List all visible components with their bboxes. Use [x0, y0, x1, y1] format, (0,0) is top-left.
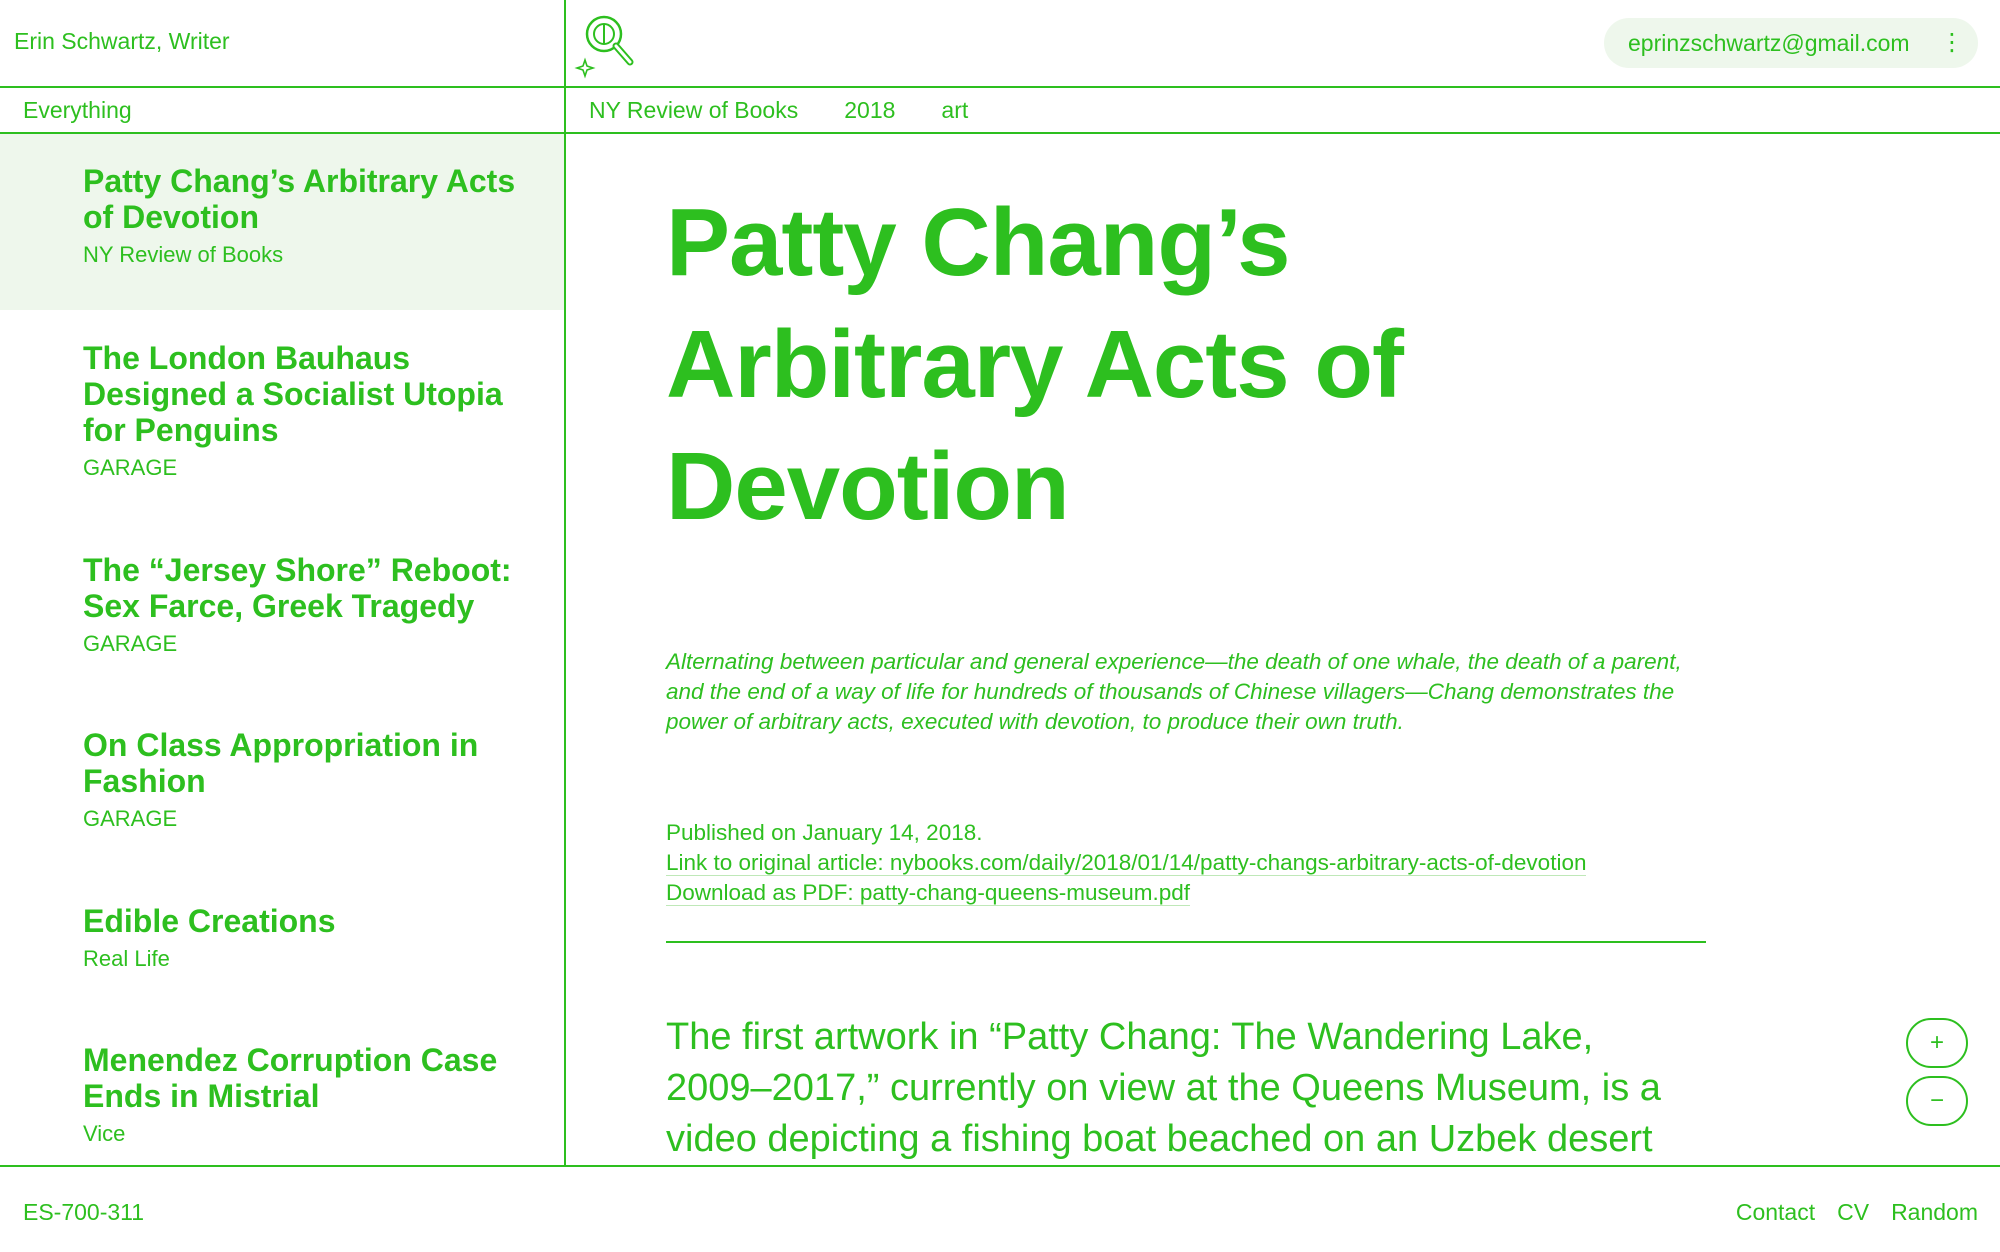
divider: [666, 941, 1706, 943]
list-item[interactable]: The London Bauhaus Designed a Socialist …: [0, 340, 564, 482]
list-item[interactable]: Menendez Corruption Case Ends in Mistria…: [0, 1042, 564, 1148]
filter-tag-publication[interactable]: NY Review of Books: [589, 97, 798, 124]
filter-bar: Everything NY Review of Books 2018 art: [0, 88, 2000, 134]
article-meta: Published on January 14, 2018. Link to o…: [666, 818, 1706, 908]
original-link-row: Link to original article: nybooks.com/da…: [666, 848, 1706, 878]
footer-code: ES-700-311: [23, 1199, 145, 1225]
list-item-title[interactable]: The “Jersey Shore” Reboot: Sex Farce, Gr…: [83, 552, 544, 624]
list-item-source: GARAGE: [83, 806, 178, 831]
list-item-title[interactable]: Patty Chang’s Arbitrary Acts of Devotion: [83, 163, 544, 235]
article-dek: Alternating between particular and gener…: [666, 649, 1682, 734]
list-item-title[interactable]: Edible Creations: [83, 903, 544, 939]
article-list: Patty Chang’s Arbitrary Acts of Devotion…: [0, 134, 564, 1165]
footer: ES-700-311 Contact CV Random: [0, 1165, 2000, 1252]
list-item[interactable]: The “Jersey Shore” Reboot: Sex Farce, Gr…: [0, 552, 564, 658]
list-item-source: Real Life: [83, 946, 170, 971]
pdf-download-row: Download as PDF: patty-chang-queens-muse…: [666, 878, 1706, 908]
top-header: Erin Schwartz, Writer eprinzschwartz@gma…: [0, 0, 2000, 88]
footer-link-contact[interactable]: Contact: [1736, 1199, 1815, 1226]
filter-tag-topic[interactable]: art: [941, 97, 968, 124]
list-item[interactable]: On Class Appropriation in Fashion GARAGE: [0, 727, 564, 833]
list-item[interactable]: Patty Chang’s Arbitrary Acts of Devotion…: [0, 134, 564, 310]
list-item-source: Vice: [83, 1121, 126, 1146]
list-item-title[interactable]: The London Bauhaus Designed a Socialist …: [83, 340, 544, 448]
list-item-source: NY Review of Books: [83, 242, 284, 267]
zoom-out-button[interactable]: −: [1906, 1076, 1968, 1126]
article-body: The first artwork in “Patty Chang: The W…: [666, 1016, 1661, 1160]
filter-everything[interactable]: Everything: [23, 97, 132, 124]
zoom-in-button[interactable]: +: [1906, 1018, 1968, 1068]
list-item-title[interactable]: Menendez Corruption Case Ends in Mistria…: [83, 1042, 544, 1114]
account-email[interactable]: eprinzschwartz@gmail.com: [1628, 30, 1910, 57]
pdf-download-label: Download as PDF:: [666, 880, 860, 906]
article-title: Patty Chang’s Arbitrary Acts of Devotion: [666, 189, 1404, 540]
magnifier-sparkle-icon[interactable]: [574, 8, 648, 80]
published-date: Published on January 14, 2018.: [666, 820, 983, 845]
account-menu[interactable]: eprinzschwartz@gmail.com ⋮: [1604, 18, 1978, 68]
site-name[interactable]: Erin Schwartz, Writer: [14, 28, 230, 55]
list-item[interactable]: Edible Creations Real Life: [0, 903, 564, 973]
page: Erin Schwartz, Writer eprinzschwartz@gma…: [0, 0, 2000, 1252]
pdf-download-link[interactable]: patty-chang-queens-museum.pdf: [859, 880, 1191, 906]
active-filter-tags: NY Review of Books 2018 art: [589, 97, 968, 124]
filter-tag-year[interactable]: 2018: [844, 97, 895, 124]
list-item-source: GARAGE: [83, 631, 178, 656]
footer-link-cv[interactable]: CV: [1837, 1199, 1869, 1226]
list-item-title[interactable]: On Class Appropriation in Fashion: [83, 727, 544, 799]
footer-links: Contact CV Random: [1736, 1199, 1978, 1226]
footer-link-random[interactable]: Random: [1891, 1199, 1978, 1226]
article-view[interactable]: Patty Chang’s Arbitrary Acts of Devotion…: [566, 134, 2000, 1165]
original-article-link[interactable]: nybooks.com/daily/2018/01/14/patty-chang…: [889, 850, 1587, 876]
original-link-label: Link to original article:: [666, 850, 890, 876]
list-item-source: GARAGE: [83, 455, 178, 480]
kebab-menu-icon[interactable]: ⋮: [1940, 27, 1964, 59]
